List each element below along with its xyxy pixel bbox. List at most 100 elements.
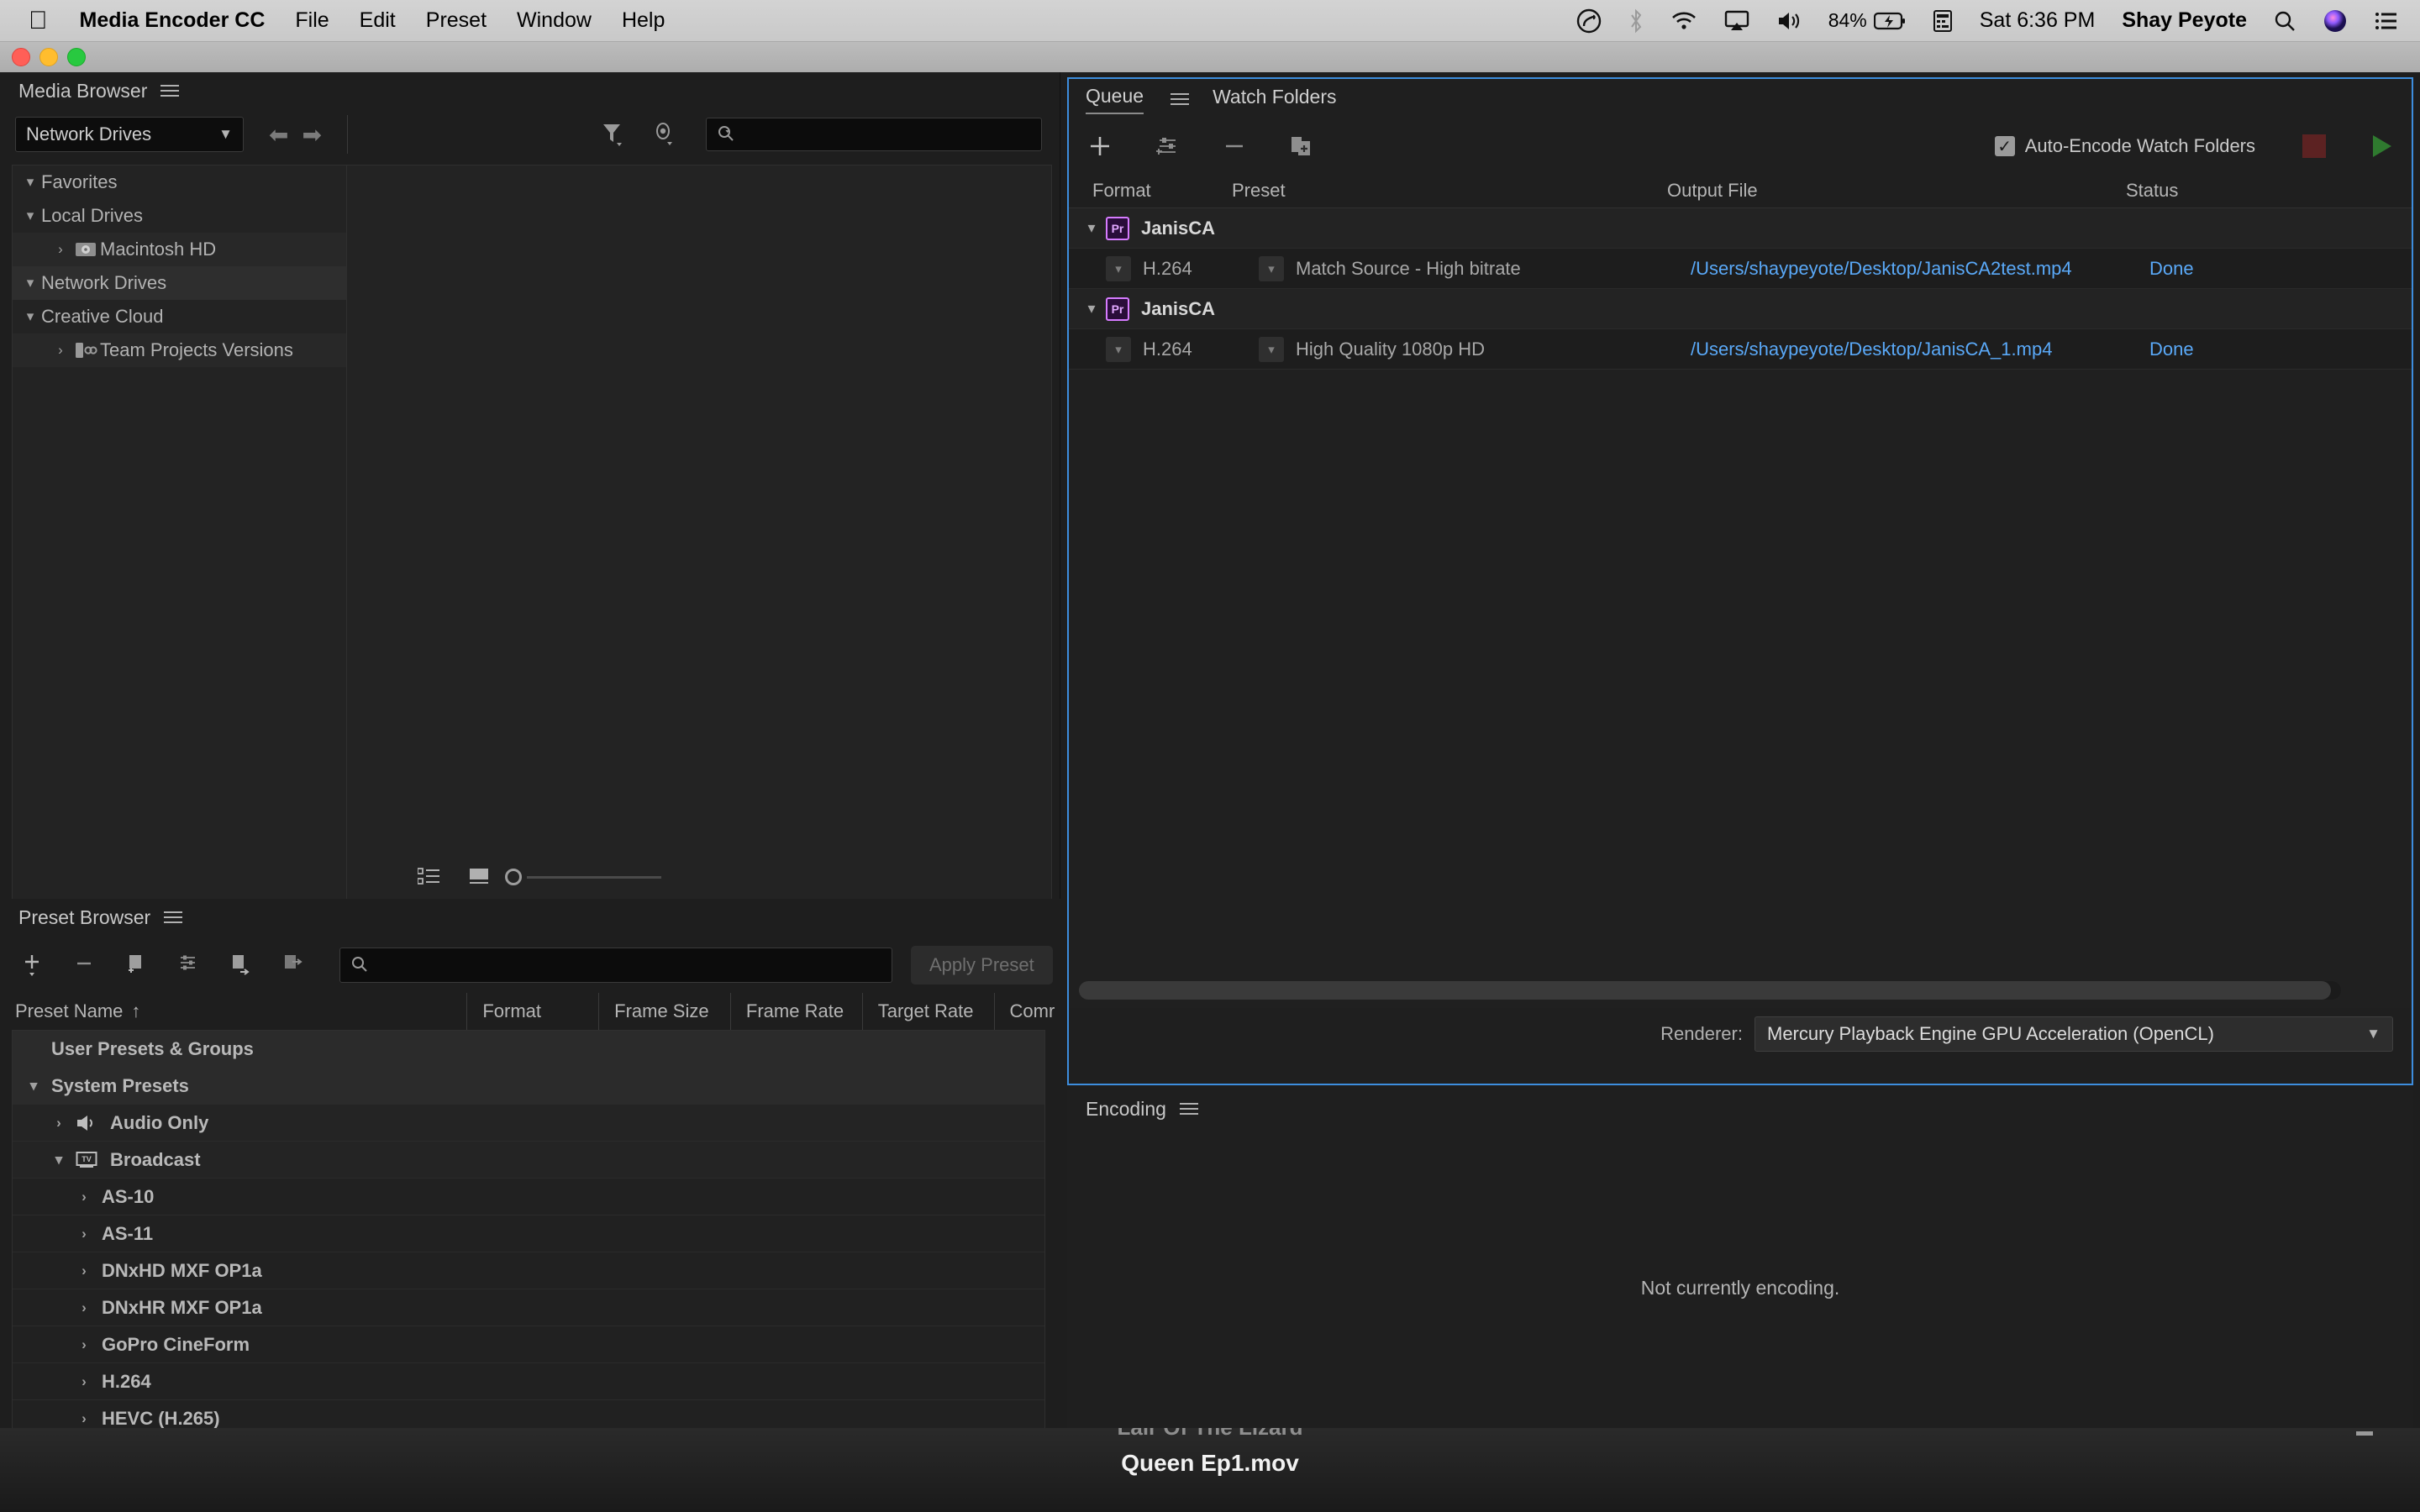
chevron-right-icon[interactable]: › xyxy=(73,1410,95,1427)
thumbnail-view-icon[interactable] xyxy=(470,868,490,886)
tab-watch-folders[interactable]: Watch Folders xyxy=(1213,86,1336,113)
preset-dropdown[interactable]: ▾ xyxy=(1259,336,1284,362)
menu-help[interactable]: Help xyxy=(622,8,665,33)
apply-preset-button[interactable]: Apply Preset xyxy=(911,946,1053,984)
stop-queue-icon[interactable] xyxy=(2302,134,2326,158)
queue-source-row[interactable]: ▾ Pr JanisCA xyxy=(1069,289,2412,329)
preset-list-item[interactable]: › Audio Only xyxy=(13,1105,1044,1142)
chevron-right-icon[interactable]: › xyxy=(73,1373,95,1390)
duplicate-icon[interactable] xyxy=(1289,134,1314,159)
minimize-window-button[interactable] xyxy=(39,48,58,66)
preset-list-item[interactable]: › H.264 xyxy=(13,1363,1044,1400)
media-browser-tree-item[interactable]: ▾ Local Drives xyxy=(13,199,346,233)
notification-center-icon[interactable] xyxy=(2375,11,2398,31)
chevron-right-icon[interactable]: › xyxy=(73,1226,95,1242)
column-status[interactable]: Status xyxy=(2126,180,2294,202)
column-output-file[interactable]: Output File xyxy=(1667,180,2126,202)
menu-file[interactable]: File xyxy=(295,8,329,33)
import-preset-icon[interactable] xyxy=(230,952,252,979)
preset-dropdown[interactable]: ▾ xyxy=(1259,255,1284,281)
back-arrow-icon[interactable]: ⬅ xyxy=(269,121,288,149)
add-source-icon[interactable] xyxy=(1087,134,1113,159)
menu-edit[interactable]: Edit xyxy=(360,8,396,33)
media-browser-tree-item[interactable]: ▾ Creative Cloud xyxy=(13,300,346,333)
column-frame-rate[interactable]: Frame Rate xyxy=(729,993,862,1030)
queue-output-row[interactable]: ▾ H.264 ▾ High Quality 1080p HD/Users/shayp… xyxy=(1069,329,2412,370)
queue-horizontal-scrollbar[interactable] xyxy=(1079,981,2341,1000)
media-browser-tree[interactable]: ▾ Favorites ▾ Local Drives › Macintosh HD ▾ Net… xyxy=(12,165,346,904)
chevron-right-icon[interactable]: › xyxy=(73,1336,95,1353)
output-file-link[interactable]: /Users/shaypeyote/Desktop/JanisCA_1.mp4 xyxy=(1691,339,2149,360)
output-file-link[interactable]: /Users/shaypeyote/Desktop/JanisCA2test.m… xyxy=(1691,258,2149,280)
queue-source-row[interactable]: ▾ Pr JanisCA xyxy=(1069,208,2412,249)
preset-settings-icon[interactable] xyxy=(178,952,200,979)
background-window-control[interactable] xyxy=(2356,1431,2373,1436)
format-dropdown[interactable]: ▾ xyxy=(1106,255,1131,281)
eye-view-icon[interactable] xyxy=(654,122,676,147)
siri-icon[interactable] xyxy=(2323,8,2348,34)
chevron-right-icon[interactable]: › xyxy=(73,1263,95,1279)
panel-menu-icon[interactable] xyxy=(1171,90,1190,108)
panel-menu-icon[interactable] xyxy=(164,908,183,927)
battery-charging-icon[interactable] xyxy=(1873,12,1906,30)
column-compression[interactable]: Comr xyxy=(993,993,1060,1030)
chevron-down-icon[interactable]: ▾ xyxy=(1077,300,1106,318)
format-dropdown[interactable]: ▾ xyxy=(1106,336,1131,362)
chevron-down-icon[interactable]: ▾ xyxy=(23,1078,45,1095)
add-output-icon[interactable] xyxy=(1155,134,1180,159)
new-preset-icon[interactable] xyxy=(22,952,44,979)
chevron-right-icon[interactable]: › xyxy=(50,241,71,258)
chevron-down-icon[interactable]: ▾ xyxy=(1077,219,1106,237)
column-frame-size[interactable]: Frame Size xyxy=(598,993,730,1030)
export-preset-icon[interactable] xyxy=(282,952,304,979)
panel-menu-icon[interactable] xyxy=(1179,1100,1198,1118)
apple-icon[interactable]:  xyxy=(29,8,48,34)
menu-preset[interactable]: Preset xyxy=(426,8,487,33)
chevron-down-icon[interactable]: ▾ xyxy=(48,1152,70,1168)
preset-list-item[interactable]: › DNxHR MXF OP1a xyxy=(13,1289,1044,1326)
maximize-window-button[interactable] xyxy=(67,48,86,66)
queue-list[interactable]: ▾ Pr JanisCA ▾ H.264 ▾ Match Source - High bit… xyxy=(1069,208,2412,1008)
preset-list-item[interactable]: › AS-10 xyxy=(13,1179,1044,1215)
renderer-dropdown[interactable]: Mercury Playback Engine GPU Acceleration… xyxy=(1754,1016,2393,1052)
preset-list-item[interactable]: ▾ TV Broadcast xyxy=(13,1142,1044,1179)
column-preset-name[interactable]: Preset Name ↑ xyxy=(0,993,466,1030)
preset-list-item[interactable]: › AS-11 xyxy=(13,1215,1044,1252)
chevron-right-icon[interactable]: › xyxy=(73,1299,95,1316)
preset-list-item[interactable]: › GoPro CineForm xyxy=(13,1326,1044,1363)
media-browser-tree-item[interactable]: ▾ Network Drives xyxy=(13,266,346,300)
keyboard-input-icon[interactable] xyxy=(1933,9,1953,33)
close-window-button[interactable] xyxy=(12,48,30,66)
forward-arrow-icon[interactable]: ➡ xyxy=(302,121,321,149)
queue-output-row[interactable]: ▾ H.264 ▾ Match Source - High bitrate/Users… xyxy=(1069,249,2412,289)
wifi-icon[interactable] xyxy=(1670,11,1697,31)
chevron-down-icon[interactable]: ▾ xyxy=(19,308,41,325)
start-queue-icon[interactable] xyxy=(2373,135,2391,157)
volume-icon[interactable] xyxy=(1776,10,1802,32)
chevron-right-icon[interactable]: › xyxy=(50,342,71,359)
zoom-slider-track[interactable] xyxy=(527,875,661,879)
chevron-down-icon[interactable]: ▾ xyxy=(19,174,41,191)
menu-window[interactable]: Window xyxy=(517,8,592,33)
chevron-right-icon[interactable]: › xyxy=(73,1189,95,1205)
media-browser-tree-item[interactable]: ▾ Favorites xyxy=(13,165,346,199)
media-browser-tree-item[interactable]: › Team Projects Versions xyxy=(13,333,346,367)
column-format[interactable]: Format xyxy=(1077,180,1232,202)
chevron-right-icon[interactable]: › xyxy=(48,1115,70,1131)
creative-cloud-icon[interactable] xyxy=(1576,8,1602,34)
panel-menu-icon[interactable] xyxy=(160,81,180,100)
preset-list-item[interactable]: ▾ System Presets xyxy=(13,1068,1044,1105)
delete-preset-icon[interactable] xyxy=(74,952,96,979)
column-target-rate[interactable]: Target Rate xyxy=(861,993,994,1030)
menubar-clock[interactable]: Sat 6:36 PM xyxy=(1980,8,2096,33)
media-browser-tree-item[interactable]: › Macintosh HD xyxy=(13,233,346,266)
remove-icon[interactable] xyxy=(1222,134,1247,159)
preset-browser-list[interactable]: User Presets & Groups ▾ System Presets › Aud… xyxy=(12,1030,1045,1458)
list-view-icon[interactable] xyxy=(418,868,439,886)
preset-search-input[interactable] xyxy=(339,948,892,983)
menubar-user-name[interactable]: Shay Peyote xyxy=(2122,8,2247,33)
zoom-slider-handle[interactable] xyxy=(505,869,522,885)
spotlight-search-icon[interactable] xyxy=(2274,10,2296,32)
chevron-down-icon[interactable]: ▾ xyxy=(19,275,41,291)
preset-list-item[interactable]: › DNxHD MXF OP1a xyxy=(13,1252,1044,1289)
